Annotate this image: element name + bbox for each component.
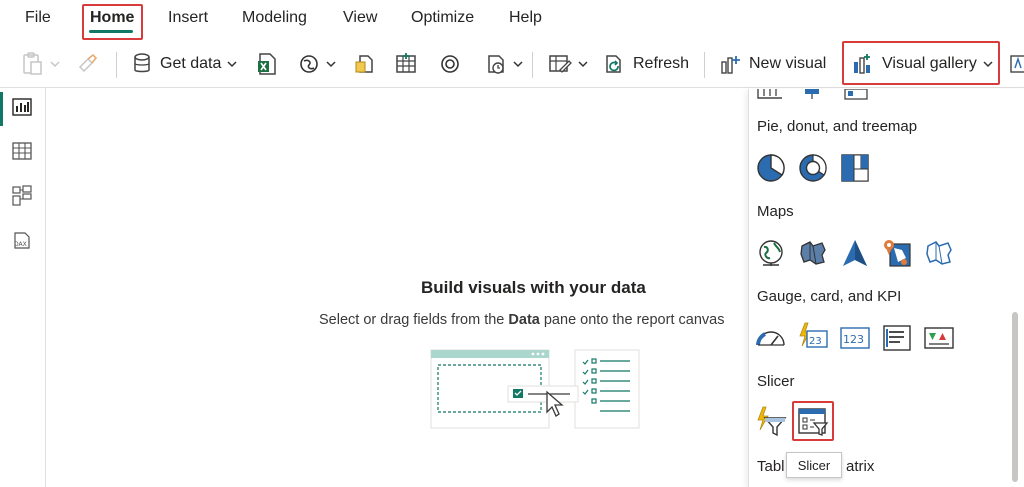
text-box-button[interactable] <box>1010 50 1024 78</box>
clipboard-icon <box>23 52 42 75</box>
new-visual-icon <box>721 56 740 74</box>
menu-insert[interactable]: Insert <box>168 9 208 27</box>
menu-home-underline <box>89 30 133 33</box>
recent-sources-icon <box>488 55 504 74</box>
smart-slicer-icon[interactable] <box>754 405 788 439</box>
get-data-label: Get data <box>160 55 222 72</box>
donut-chart-icon[interactable] <box>796 151 830 185</box>
menu-file[interactable]: File <box>25 9 51 27</box>
menu-bar: File Home Insert Modeling View Optimize … <box>0 0 1024 38</box>
transform-data-button[interactable] <box>548 50 588 78</box>
slicer-tooltip: Slicer <box>786 452 842 478</box>
multi-row-card-icon[interactable] <box>880 321 914 355</box>
arcgis-map-icon[interactable] <box>922 236 956 270</box>
section-pie-donut-treemap: Pie, donut, and treemap <box>757 118 918 135</box>
filled-map-icon[interactable] <box>796 236 830 270</box>
enter-data-button[interactable] <box>395 50 417 78</box>
format-painter-icon <box>78 53 98 73</box>
format-painter-button[interactable] <box>76 50 98 78</box>
gauge-icon[interactable] <box>754 321 788 355</box>
dataset-icon <box>355 55 373 73</box>
menu-optimize[interactable]: Optimize <box>411 9 474 27</box>
model-view-icon[interactable] <box>12 185 32 212</box>
visual-gallery-button[interactable]: Visual gallery <box>852 50 993 78</box>
slicer-icon[interactable] <box>796 405 830 439</box>
treemap-icon[interactable] <box>838 151 872 185</box>
dataset-button[interactable] <box>354 50 376 78</box>
menu-home[interactable]: Home <box>90 9 134 27</box>
report-view-icon[interactable] <box>12 97 32 122</box>
onelake-button[interactable] <box>298 50 336 78</box>
chevron-down-icon <box>983 61 993 68</box>
menu-modeling[interactable]: Modeling <box>242 9 307 27</box>
chevron-down-icon <box>513 61 523 68</box>
azure-map-icon[interactable] <box>838 236 872 270</box>
kpi-icon[interactable] <box>922 321 956 355</box>
refresh-icon <box>606 55 621 73</box>
build-visuals-illustration <box>430 349 640 429</box>
section-table-matrix-end: atrix <box>846 458 875 475</box>
toolbar-separator <box>704 52 705 78</box>
table-grid-icon <box>396 53 416 73</box>
transform-data-icon <box>549 55 572 73</box>
paste-button[interactable] <box>22 50 60 78</box>
section-maps: Maps <box>757 203 794 220</box>
new-visual-label: New visual <box>749 55 827 72</box>
recent-sources-button[interactable] <box>485 50 523 78</box>
toolbar-separator <box>532 52 533 78</box>
refresh-button[interactable]: Refresh <box>603 50 689 78</box>
section-table-matrix-start: Tabl <box>757 458 785 475</box>
toolbar-separator <box>116 52 117 78</box>
new-visual-button[interactable]: New visual <box>719 50 826 78</box>
svg-text:23: 23 <box>809 336 822 347</box>
visual-gallery-label: Visual gallery <box>882 55 977 72</box>
dataverse-button[interactable] <box>439 50 461 78</box>
card-icon[interactable]: 123 <box>838 321 872 355</box>
gallery-scrollbar[interactable] <box>1012 312 1018 482</box>
excel-button[interactable] <box>256 50 278 78</box>
database-icon <box>134 53 150 73</box>
dataverse-icon <box>441 55 459 73</box>
shape-map-icon[interactable] <box>880 236 914 270</box>
smart-card-icon[interactable]: 23 <box>796 321 830 355</box>
svg-text:DAX: DAX <box>14 241 27 248</box>
section-slicer: Slicer <box>757 373 795 390</box>
menu-view[interactable]: View <box>343 9 377 27</box>
text-box-icon <box>1010 55 1024 73</box>
chevron-down-icon <box>50 61 60 68</box>
onelake-icon <box>300 55 318 73</box>
refresh-label: Refresh <box>633 55 690 72</box>
chevron-down-icon <box>578 61 588 68</box>
svg-text:123: 123 <box>843 333 864 346</box>
get-data-button[interactable]: Get data <box>132 50 237 78</box>
chevron-down-icon <box>227 61 237 68</box>
pie-chart-icon[interactable] <box>754 151 788 185</box>
cropped-visual-icons-row <box>757 89 868 100</box>
empty-state-subtitle: Select or drag fields from the Data pane… <box>319 312 725 328</box>
excel-icon <box>258 53 276 75</box>
table-view-icon[interactable] <box>12 141 32 166</box>
map-globe-icon[interactable] <box>754 236 788 270</box>
visual-gallery-icon <box>854 54 870 74</box>
chevron-down-icon <box>326 61 336 68</box>
active-view-indicator <box>0 92 3 126</box>
section-gauge-card-kpi: Gauge, card, and KPI <box>757 288 902 305</box>
dax-query-view-icon[interactable]: DAX <box>12 231 34 256</box>
menu-help[interactable]: Help <box>509 9 542 27</box>
